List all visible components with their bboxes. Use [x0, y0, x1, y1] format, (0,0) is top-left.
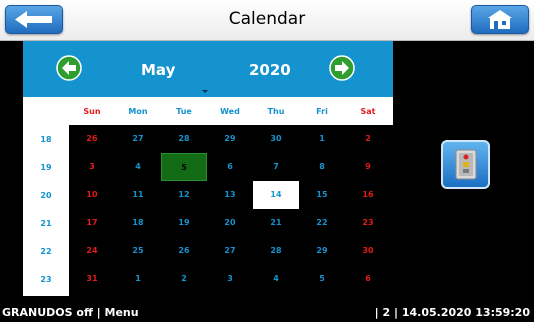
home-icon — [488, 10, 512, 29]
calendar-widget: May 2020 Sun Mon Tue Wed Thu Fri Sat 18 19 20 21 2… — [23, 41, 393, 296]
calendar-day[interactable]: 27 — [115, 125, 161, 153]
calendar-day[interactable]: 3 — [69, 153, 115, 181]
calendar-day[interactable]: 27 — [207, 237, 253, 265]
calendar-day[interactable]: 29 — [207, 125, 253, 153]
calendar-day[interactable]: 26 — [69, 125, 115, 153]
title-bar: Calendar — [0, 0, 534, 41]
weekday-label: Fri — [316, 107, 328, 116]
calendar-day[interactable]: 6 — [345, 265, 391, 293]
calendar-day[interactable]: 3 — [207, 265, 253, 293]
device-panel-icon — [455, 149, 477, 180]
page-title: Calendar — [228, 9, 306, 29]
calendar-day[interactable]: 2 — [345, 125, 391, 153]
calendar-day[interactable]: 20 — [207, 209, 253, 237]
calendar-day[interactable]: 6 — [207, 153, 253, 181]
weekday-label: Tue — [176, 107, 192, 116]
year-label: 2020 — [249, 61, 291, 79]
calendar-day[interactable]: 5 — [299, 265, 345, 293]
calendar-day[interactable]: 22 — [299, 209, 345, 237]
calendar-day[interactable]: 10 — [69, 181, 115, 209]
next-month-button[interactable] — [329, 55, 355, 81]
week-number: 18 — [40, 135, 52, 144]
calendar-day[interactable]: 1 — [299, 125, 345, 153]
weekday-label: Sat — [360, 107, 376, 116]
calendar-day[interactable]: 30 — [253, 125, 299, 153]
home-button[interactable] — [471, 5, 529, 34]
calendar-day[interactable]: 28 — [253, 237, 299, 265]
calendar-day[interactable]: 17 — [69, 209, 115, 237]
calendar-day[interactable]: 26 — [161, 237, 207, 265]
calendar-day[interactable]: 12 — [161, 181, 207, 209]
calendar-day[interactable]: 18 — [115, 209, 161, 237]
week-number: 19 — [40, 163, 52, 172]
calendar-header: May 2020 — [23, 41, 393, 97]
previous-month-button[interactable] — [56, 55, 82, 81]
weekday-header: Sun Mon Tue Wed Thu Fri Sat — [23, 97, 393, 125]
calendar-day[interactable]: 28 — [161, 125, 207, 153]
weekday-label: Wed — [220, 107, 240, 116]
weekday-label: Thu — [267, 107, 285, 116]
calendar-day[interactable]: 8 — [299, 153, 345, 181]
calendar-day[interactable]: 14 — [253, 181, 299, 209]
calendar-day[interactable]: 9 — [345, 153, 391, 181]
calendar-day[interactable]: 4 — [115, 153, 161, 181]
calendar-day[interactable]: 29 — [299, 237, 345, 265]
calendar-day[interactable]: 11 — [115, 181, 161, 209]
week-number: 22 — [40, 247, 52, 256]
weekday-label: Sun — [83, 107, 101, 116]
status-datetime: | 2 | 14.05.2020 13:59:20 — [374, 306, 530, 319]
calendar-day[interactable]: 13 — [207, 181, 253, 209]
status-menu-text[interactable]: GRANUDOS off | Menu — [2, 306, 139, 319]
calendar-day[interactable]: 24 — [69, 237, 115, 265]
calendar-day[interactable]: 31 — [69, 265, 115, 293]
calendar-day[interactable]: 19 — [161, 209, 207, 237]
calendar-day[interactable]: 30 — [345, 237, 391, 265]
calendar-day[interactable]: 1 — [115, 265, 161, 293]
month-label: May — [141, 61, 176, 79]
weekday-label: Mon — [128, 107, 148, 116]
calendar-day[interactable]: 25 — [115, 237, 161, 265]
status-bar: GRANUDOS off | Menu | 2 | 14.05.2020 13:… — [0, 305, 534, 322]
calendar-day[interactable]: 4 — [253, 265, 299, 293]
calendar-day[interactable]: 2 — [161, 265, 207, 293]
week-number: 20 — [40, 191, 52, 200]
week-number: 21 — [40, 219, 52, 228]
calendar-day[interactable]: 5 — [161, 153, 207, 181]
calendar-day[interactable]: 21 — [253, 209, 299, 237]
calendar-day[interactable]: 15 — [299, 181, 345, 209]
header-marker — [202, 90, 208, 93]
calendar-day[interactable]: 7 — [253, 153, 299, 181]
calendar-day[interactable]: 16 — [345, 181, 391, 209]
week-number: 23 — [40, 275, 52, 284]
week-number-column: 18 19 20 21 22 23 — [23, 125, 69, 296]
calendar-day[interactable]: 23 — [345, 209, 391, 237]
device-panel-button[interactable] — [441, 140, 490, 189]
